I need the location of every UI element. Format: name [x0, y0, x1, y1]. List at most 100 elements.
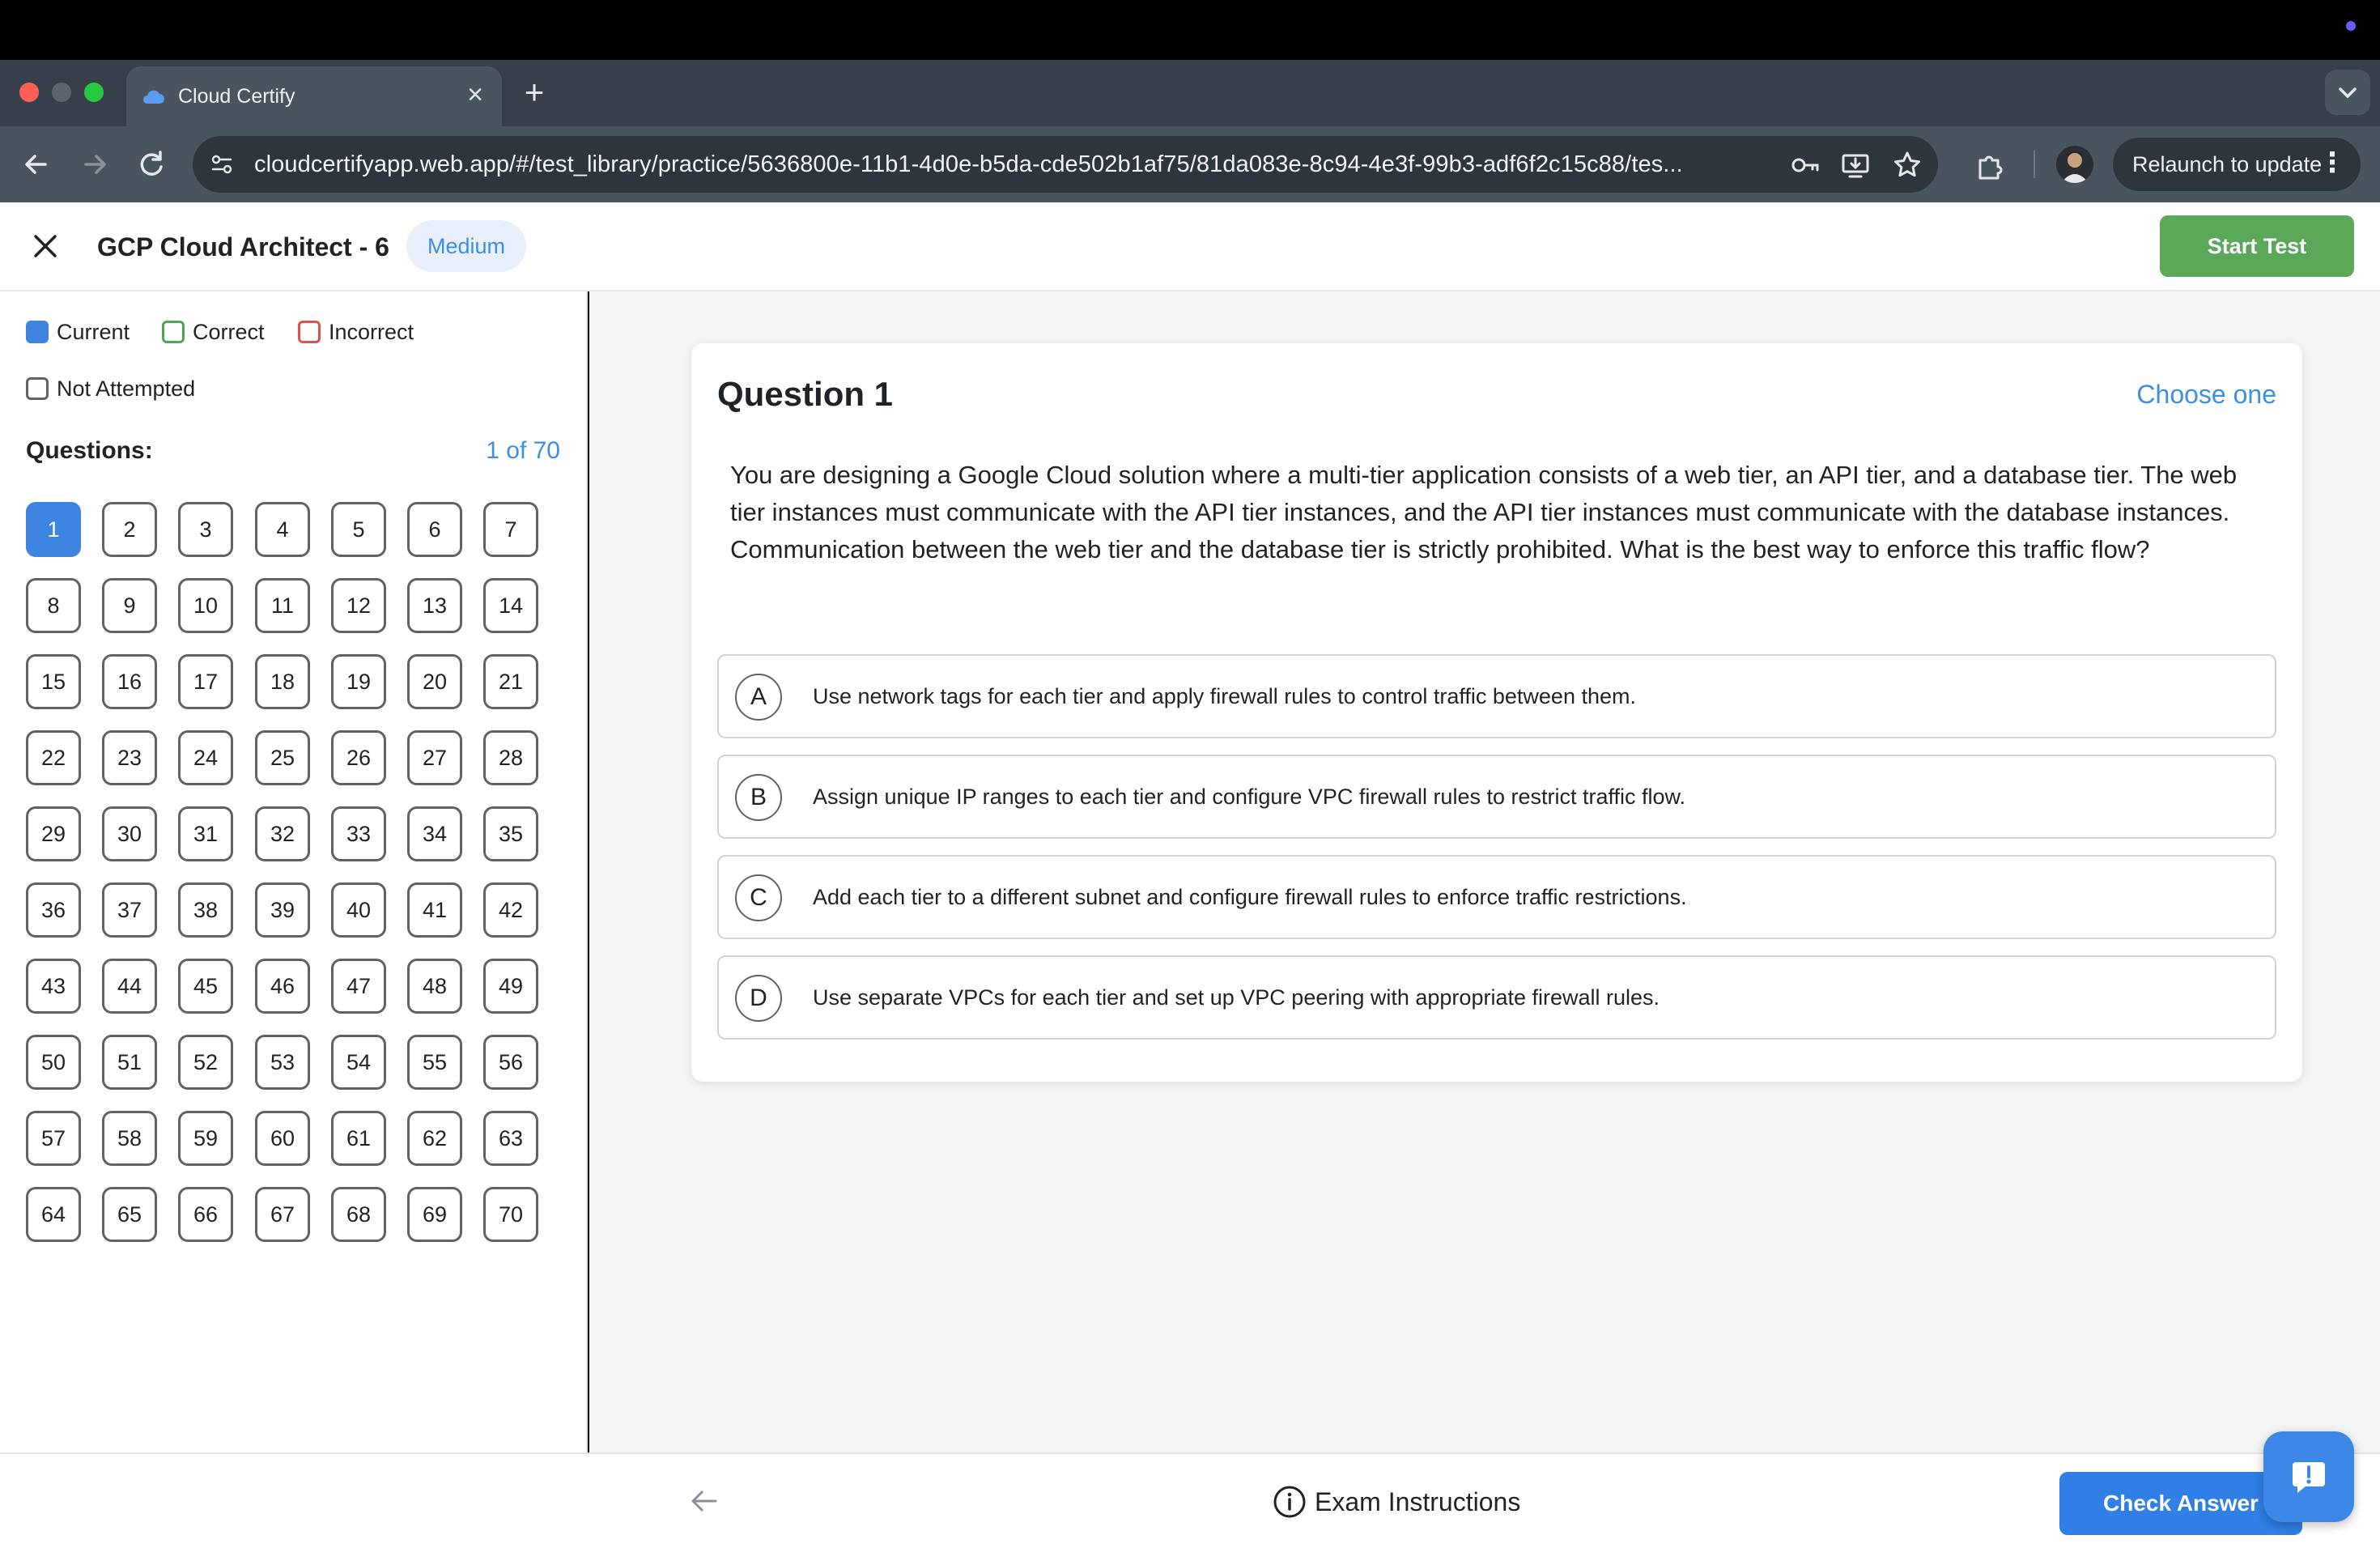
question-nav-button[interactable]: 16: [102, 654, 157, 709]
question-nav-button[interactable]: 19: [331, 654, 386, 709]
question-nav-button[interactable]: 33: [331, 806, 386, 861]
question-nav-button[interactable]: 67: [255, 1187, 310, 1242]
forward-arrow-icon[interactable]: [76, 146, 113, 183]
question-nav-button[interactable]: 38: [178, 882, 233, 938]
profile-avatar[interactable]: [2056, 146, 2093, 183]
new-tab-button[interactable]: +: [518, 75, 550, 109]
bookmark-star-icon[interactable]: [1891, 149, 1923, 181]
question-nav-button[interactable]: 69: [407, 1187, 462, 1242]
question-nav-button[interactable]: 7: [483, 502, 538, 557]
question-nav-button[interactable]: 25: [255, 730, 310, 785]
question-nav-button[interactable]: 9: [102, 578, 157, 633]
question-nav-button[interactable]: 12: [331, 578, 386, 633]
question-nav-button[interactable]: 11: [255, 578, 310, 633]
question-nav-button[interactable]: 57: [26, 1111, 81, 1166]
question-nav-button[interactable]: 18: [255, 654, 310, 709]
option-a[interactable]: A Use network tags for each tier and app…: [717, 654, 2276, 738]
question-nav-button[interactable]: 65: [102, 1187, 157, 1242]
question-nav-button[interactable]: 59: [178, 1111, 233, 1166]
question-nav-button[interactable]: 40: [331, 882, 386, 938]
question-nav-button[interactable]: 58: [102, 1111, 157, 1166]
question-nav-button[interactable]: 24: [178, 730, 233, 785]
kebab-menu-icon[interactable]: ⋮: [2318, 138, 2346, 188]
password-key-icon[interactable]: [1789, 149, 1821, 181]
question-nav-button[interactable]: 26: [331, 730, 386, 785]
question-nav-button[interactable]: 14: [483, 578, 538, 633]
question-nav-button[interactable]: 34: [407, 806, 462, 861]
option-b[interactable]: B Assign unique IP ranges to each tier a…: [717, 755, 2276, 839]
question-nav-button[interactable]: 13: [407, 578, 462, 633]
question-nav-button[interactable]: 28: [483, 730, 538, 785]
question-nav-button[interactable]: 56: [483, 1035, 538, 1090]
question-nav-button[interactable]: 8: [26, 578, 81, 633]
relaunch-update-button[interactable]: Relaunch to update ⋮: [2113, 138, 2361, 191]
question-nav-button[interactable]: 64: [26, 1187, 81, 1242]
question-nav-button[interactable]: 6: [407, 502, 462, 557]
question-nav-button[interactable]: 52: [178, 1035, 233, 1090]
question-nav-button[interactable]: 31: [178, 806, 233, 861]
question-nav-button[interactable]: 39: [255, 882, 310, 938]
extensions-icon[interactable]: [1974, 149, 2006, 181]
exam-title: GCP Cloud Architect - 6: [97, 232, 389, 262]
question-nav-button[interactable]: 37: [102, 882, 157, 938]
question-nav-button[interactable]: 55: [407, 1035, 462, 1090]
question-nav-button[interactable]: 41: [407, 882, 462, 938]
question-nav-button[interactable]: 20: [407, 654, 462, 709]
install-app-icon[interactable]: [1839, 149, 1872, 181]
previous-arrow-icon[interactable]: [686, 1483, 722, 1519]
question-nav-button[interactable]: 29: [26, 806, 81, 861]
question-nav-button[interactable]: 44: [102, 959, 157, 1014]
question-nav-button[interactable]: 46: [255, 959, 310, 1014]
question-nav-button[interactable]: 36: [26, 882, 81, 938]
back-arrow-icon[interactable]: [18, 146, 55, 183]
question-nav-button[interactable]: 68: [331, 1187, 386, 1242]
question-nav-button[interactable]: 62: [407, 1111, 462, 1166]
question-nav-button[interactable]: 30: [102, 806, 157, 861]
question-nav-button[interactable]: 22: [26, 730, 81, 785]
question-nav-button[interactable]: 35: [483, 806, 538, 861]
window-minimize-button[interactable]: [52, 83, 71, 102]
feedback-chat-button[interactable]: [2263, 1431, 2354, 1522]
question-nav-button[interactable]: 45: [178, 959, 233, 1014]
question-nav-button[interactable]: 10: [178, 578, 233, 633]
window-zoom-button[interactable]: [84, 83, 104, 102]
option-c[interactable]: C Add each tier to a different subnet an…: [717, 855, 2276, 939]
exam-instructions-link[interactable]: Exam Instructions: [1273, 1482, 1520, 1522]
question-nav-button[interactable]: 5: [331, 502, 386, 557]
question-nav-button[interactable]: 66: [178, 1187, 233, 1242]
question-nav-button[interactable]: 63: [483, 1111, 538, 1166]
question-nav-button[interactable]: 53: [255, 1035, 310, 1090]
question-nav-button[interactable]: 3: [178, 502, 233, 557]
question-nav-button[interactable]: 1: [26, 502, 81, 557]
tab-search-button[interactable]: [2325, 70, 2370, 115]
question-nav-button[interactable]: 60: [255, 1111, 310, 1166]
question-nav-button[interactable]: 17: [178, 654, 233, 709]
window-close-button[interactable]: [19, 83, 39, 102]
browser-tab[interactable]: Cloud Certify ×: [126, 66, 502, 126]
close-icon[interactable]: [29, 230, 62, 262]
question-nav-button[interactable]: 70: [483, 1187, 538, 1242]
url-text[interactable]: cloudcertifyapp.web.app/#/test_library/p…: [254, 150, 1954, 179]
question-nav-button[interactable]: 32: [255, 806, 310, 861]
question-nav-button[interactable]: 61: [331, 1111, 386, 1166]
tab-close-icon[interactable]: ×: [461, 81, 489, 108]
question-nav-button[interactable]: 47: [331, 959, 386, 1014]
question-nav-button[interactable]: 51: [102, 1035, 157, 1090]
site-settings-icon[interactable]: [207, 150, 236, 179]
question-nav-button[interactable]: 23: [102, 730, 157, 785]
question-nav-button[interactable]: 4: [255, 502, 310, 557]
question-nav-button[interactable]: 15: [26, 654, 81, 709]
question-nav-button[interactable]: 2: [102, 502, 157, 557]
start-test-button[interactable]: Start Test: [2160, 215, 2354, 277]
question-nav-button[interactable]: 21: [483, 654, 538, 709]
question-nav-button[interactable]: 49: [483, 959, 538, 1014]
question-nav-button[interactable]: 48: [407, 959, 462, 1014]
question-nav-button[interactable]: 27: [407, 730, 462, 785]
question-nav-button[interactable]: 42: [483, 882, 538, 938]
reload-icon[interactable]: [133, 146, 170, 183]
option-d[interactable]: D Use separate VPCs for each tier and se…: [717, 955, 2276, 1040]
question-nav-button[interactable]: 50: [26, 1035, 81, 1090]
address-bar[interactable]: cloudcertifyapp.web.app/#/test_library/p…: [193, 136, 1938, 193]
question-nav-button[interactable]: 43: [26, 959, 81, 1014]
question-nav-button[interactable]: 54: [331, 1035, 386, 1090]
